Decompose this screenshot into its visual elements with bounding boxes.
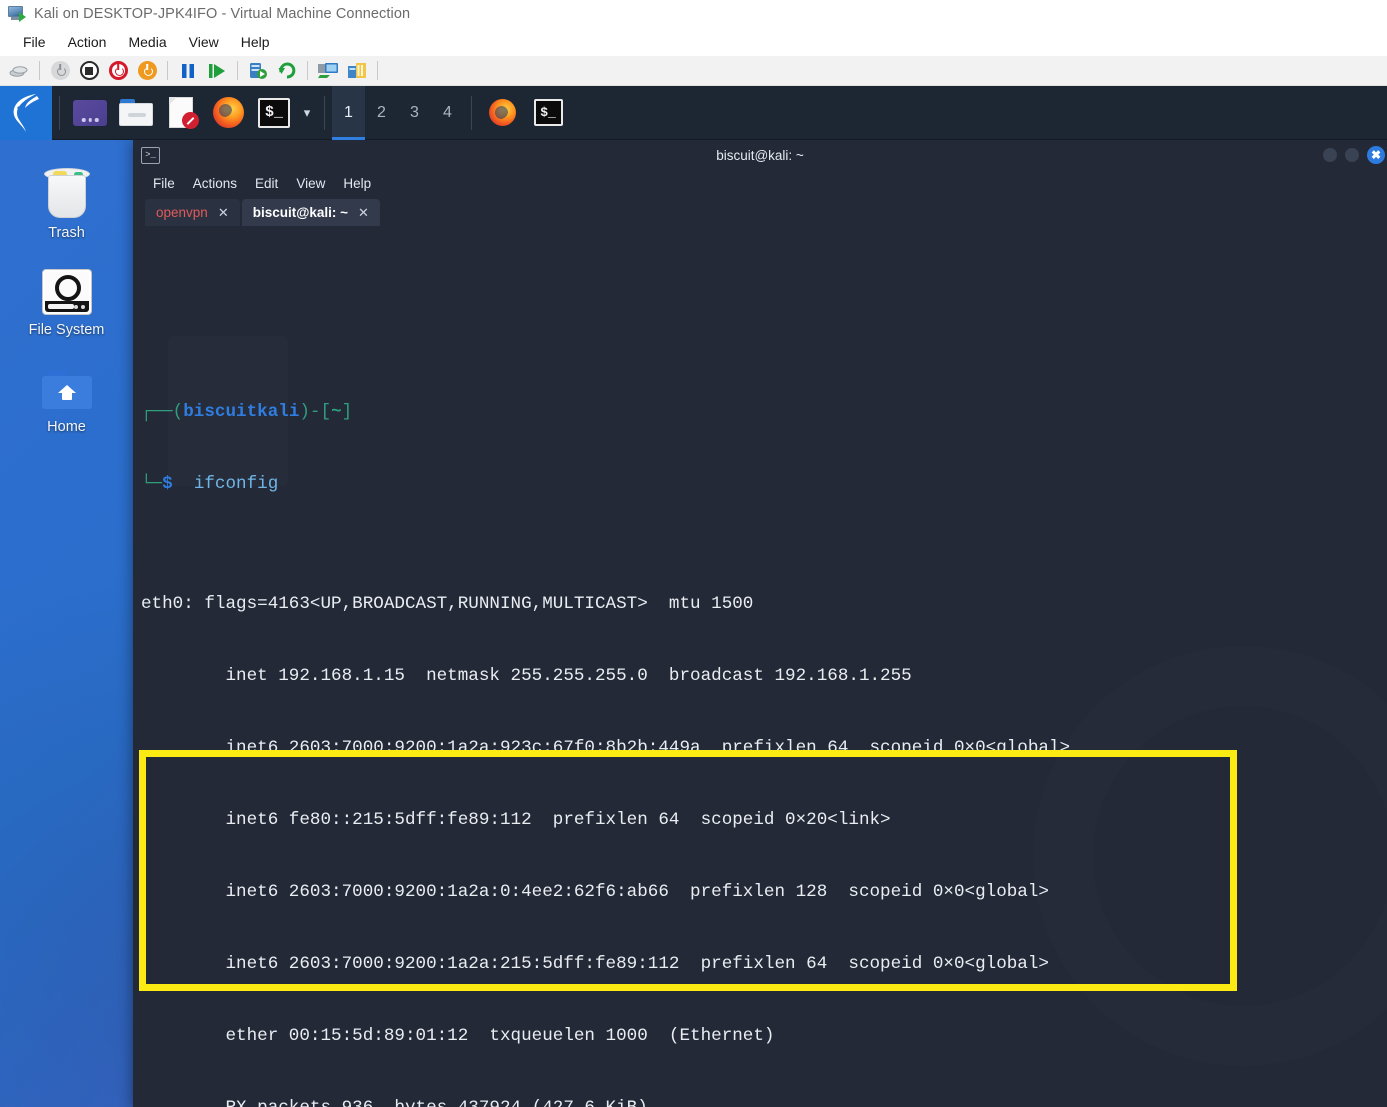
- panel-separator: [59, 96, 60, 130]
- tab-label: biscuit@kali: ~: [253, 205, 348, 220]
- revert-disk-icon[interactable]: [5, 58, 33, 84]
- workspace-1[interactable]: 1: [332, 86, 365, 140]
- terminal-window-icon[interactable]: $_: [525, 86, 571, 140]
- power-on-icon[interactable]: [46, 58, 74, 84]
- show-applications-icon[interactable]: [67, 86, 113, 140]
- desktop-icon-label: Home: [47, 419, 86, 435]
- desktop-icon-label: Trash: [48, 225, 85, 241]
- prompt-path: ~: [331, 402, 342, 422]
- terminal-icon: >_: [141, 147, 160, 164]
- terminal-menu-view[interactable]: View: [288, 174, 333, 193]
- ifconfig-eth0-line: RX packets 936 bytes 437924 (427.6 KiB): [141, 1096, 1387, 1107]
- terminal-command: ifconfig: [194, 474, 278, 494]
- terminal-menu-edit[interactable]: Edit: [247, 174, 286, 193]
- terminal-window: >_ biscuit@kali: ~ ✖ File Actions Edit V…: [133, 140, 1387, 1107]
- desktop-icons: Trash File System Home: [0, 140, 133, 463]
- desktop-icon-home[interactable]: Home: [0, 370, 133, 435]
- shell-prompt-first: ┌──(biscuit㈟kali)-[~]: [141, 400, 1387, 424]
- toolbar-separator: [377, 61, 378, 80]
- desktop: Trash File System Home >_ biscuit@kali: …: [0, 140, 1387, 1107]
- firefox-icon[interactable]: [205, 86, 251, 140]
- chevron-down-icon[interactable]: ▾: [297, 105, 317, 121]
- tab-biscuit-kali[interactable]: biscuit@kali: ~ ✕: [242, 199, 380, 226]
- terminal-output-area[interactable]: ┌──(biscuit㈟kali)-[~] └─$ ifconfig eth0:…: [133, 226, 1387, 1107]
- minimize-button[interactable]: [1323, 148, 1337, 162]
- vmc-toolbar: [0, 56, 1387, 86]
- turn-off-icon[interactable]: [104, 58, 132, 84]
- desktop-icon-trash[interactable]: Trash: [0, 166, 133, 241]
- window-controls: ✖: [1323, 146, 1379, 164]
- tab-label: openvpn: [156, 205, 208, 220]
- workspace-3[interactable]: 3: [398, 86, 431, 140]
- desktop-icon-file-system[interactable]: File System: [0, 269, 133, 338]
- shell-command-line: └─$ ifconfig: [141, 472, 1387, 496]
- ifconfig-eth0-line: inet6 fe80::215:5dff:fe89:112 prefixlen …: [141, 808, 1387, 832]
- vmc-menu-view[interactable]: View: [178, 31, 230, 53]
- ifconfig-eth0-line: eth0: flags=4163<UP,BROADCAST,RUNNING,MU…: [141, 592, 1387, 616]
- terminal-menu-help[interactable]: Help: [335, 174, 379, 193]
- terminal-titlebar[interactable]: >_ biscuit@kali: ~ ✖: [133, 140, 1387, 170]
- vm-connection-icon: [8, 6, 26, 22]
- ifconfig-eth0-line: ether 00:15:5d:89:01:12 txqueuelen 1000 …: [141, 1024, 1387, 1048]
- vmc-window-title: Kali on DESKTOP-JPK4IFO - Virtual Machin…: [34, 6, 410, 22]
- toolbar-separator: [307, 61, 308, 80]
- workspace-switcher: 1 2 3 4: [332, 86, 464, 140]
- terminal-menu-actions[interactable]: Actions: [185, 174, 245, 193]
- reset-icon[interactable]: [133, 58, 161, 84]
- ifconfig-eth0-line: inet6 2603:7000:9200:1a2a:923c:67f0:8b2b…: [141, 736, 1387, 760]
- revert-icon[interactable]: [273, 58, 301, 84]
- hard-disk-icon: [42, 269, 92, 315]
- kali-taskbar: $_ ▾ 1 2 3 4 $_: [0, 86, 1387, 140]
- pause-icon[interactable]: [174, 58, 202, 84]
- toolbar-separator: [39, 61, 40, 80]
- file-manager-icon[interactable]: [113, 86, 159, 140]
- vmc-menu-media[interactable]: Media: [117, 31, 177, 53]
- terminal-icon[interactable]: $_: [251, 86, 297, 140]
- checkpoint-icon[interactable]: [244, 58, 272, 84]
- workspace-4[interactable]: 4: [431, 86, 464, 140]
- maximize-button[interactable]: [1345, 148, 1359, 162]
- trash-icon: [43, 166, 91, 218]
- close-icon[interactable]: ✕: [218, 205, 229, 221]
- terminal-tab-bar: openvpn ✕ biscuit@kali: ~ ✕: [133, 196, 1387, 226]
- ifconfig-eth0-line: inet 192.168.1.15 netmask 255.255.255.0 …: [141, 664, 1387, 688]
- ifconfig-eth0-line: inet6 2603:7000:9200:1a2a:0:4ee2:62f6:ab…: [141, 880, 1387, 904]
- prompt-host: kali: [257, 402, 299, 422]
- firefox-window-icon[interactable]: [479, 86, 525, 140]
- settings-icon[interactable]: [343, 58, 371, 84]
- terminal-menubar: File Actions Edit View Help: [133, 170, 1387, 196]
- close-button[interactable]: ✖: [1367, 146, 1385, 164]
- workspace-2[interactable]: 2: [365, 86, 398, 140]
- terminal-menu-file[interactable]: File: [145, 174, 183, 193]
- panel-separator: [471, 96, 472, 130]
- kali-dragon-icon[interactable]: [0, 86, 52, 140]
- text-editor-icon[interactable]: [159, 86, 205, 140]
- home-folder-icon: [42, 370, 92, 412]
- move-vm-icon[interactable]: [314, 58, 342, 84]
- vmc-menubar: File Action Media View Help: [0, 28, 1387, 56]
- terminal-window-title: biscuit@kali: ~: [133, 148, 1387, 163]
- prompt-user: biscuit: [183, 402, 257, 422]
- panel-separator: [324, 96, 325, 130]
- toolbar-separator: [167, 61, 168, 80]
- vmc-menu-file[interactable]: File: [12, 31, 57, 53]
- prompt-symbol: $: [162, 474, 173, 494]
- resume-icon[interactable]: [203, 58, 231, 84]
- vmc-menu-help[interactable]: Help: [230, 31, 281, 53]
- ifconfig-eth0-line: inet6 2603:7000:9200:1a2a:215:5dff:fe89:…: [141, 952, 1387, 976]
- tab-openvpn[interactable]: openvpn ✕: [145, 199, 240, 226]
- desktop-icon-label: File System: [29, 322, 105, 338]
- shut-down-icon[interactable]: [75, 58, 103, 84]
- close-icon[interactable]: ✕: [358, 205, 369, 221]
- vmc-menu-action[interactable]: Action: [57, 31, 118, 53]
- vmc-titlebar: Kali on DESKTOP-JPK4IFO - Virtual Machin…: [0, 0, 1387, 28]
- toolbar-separator: [237, 61, 238, 80]
